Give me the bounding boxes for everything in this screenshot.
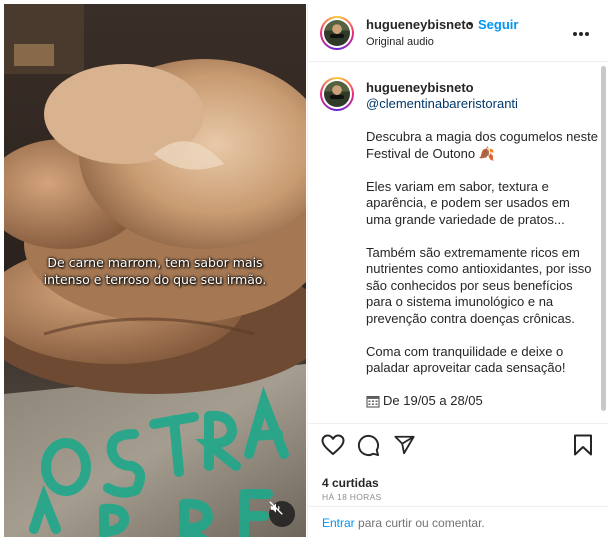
share-icon xyxy=(394,435,415,455)
save-button[interactable] xyxy=(573,434,593,461)
comments-scrollbar[interactable] xyxy=(601,66,606,411)
bookmark-icon xyxy=(574,434,592,456)
comment-icon xyxy=(357,434,380,457)
video-subtitle-line-2: intenso e terroso do que seu irmão. xyxy=(43,272,267,287)
caption-paragraph: Descubra a magia dos cogumelos neste Fes… xyxy=(366,129,598,161)
login-link[interactable]: Entrar xyxy=(322,516,355,530)
caption-paragraph: Também são extremamente ricos em nutrien… xyxy=(366,244,592,326)
post-side-panel: hugueneybisneto • Seguir Original audio … xyxy=(307,4,608,537)
more-horizontal-icon xyxy=(573,32,589,36)
post-actions: 4 curtidas HÁ 18 HORAS xyxy=(308,423,608,506)
post-timestamp[interactable]: HÁ 18 HORAS xyxy=(322,492,382,502)
login-prompt-text: para curtir ou comentar. xyxy=(354,516,485,530)
mute-button[interactable] xyxy=(269,501,295,527)
more-options-button[interactable] xyxy=(572,24,590,42)
calendar-icon xyxy=(366,395,380,408)
caption-paragraph: Coma com tranquilidade e deixe o paladar… xyxy=(366,343,566,376)
author-avatar[interactable] xyxy=(320,16,354,50)
login-prompt: Entrar para curtir ou comentar. xyxy=(308,506,608,537)
audio-label[interactable]: Original audio xyxy=(366,36,434,48)
comments-area[interactable]: hugueneybisneto @clementinabareristorant… xyxy=(308,63,608,423)
post-dialog: De carne marrom, tem sabor mais intenso … xyxy=(0,0,611,541)
share-button[interactable] xyxy=(393,434,416,461)
post-header: hugueneybisneto • Seguir Original audio xyxy=(308,4,608,62)
video-subtitle: De carne marrom, tem sabor mais intenso … xyxy=(4,254,306,288)
header-separator: • xyxy=(468,16,473,31)
caption-paragraph: Eles variam em sabor, textura e aparênci… xyxy=(366,178,570,227)
video-subtitle-line-1: De carne marrom, tem sabor mais xyxy=(47,255,263,270)
comment-button[interactable] xyxy=(357,434,380,462)
author-username[interactable]: hugueneybisneto xyxy=(366,17,474,32)
caption-avatar[interactable] xyxy=(320,77,354,111)
caption-text: Descubra a magia dos cogumelos neste Fes… xyxy=(366,129,598,410)
follow-button[interactable]: Seguir xyxy=(478,17,518,32)
caption-date-text: De 19/05 a 28/05 xyxy=(383,393,483,408)
video-player[interactable]: De carne marrom, tem sabor mais intenso … xyxy=(4,4,306,537)
like-button[interactable] xyxy=(321,434,345,461)
caption-mention-link[interactable]: @clementinabareristoranti xyxy=(366,96,518,111)
speaker-muted-icon xyxy=(269,501,283,515)
caption-date: De 19/05 a 28/05 xyxy=(366,393,598,410)
likes-count[interactable]: 4 curtidas xyxy=(322,476,379,490)
heart-icon xyxy=(321,434,345,455)
caption-username[interactable]: hugueneybisneto xyxy=(366,80,474,95)
